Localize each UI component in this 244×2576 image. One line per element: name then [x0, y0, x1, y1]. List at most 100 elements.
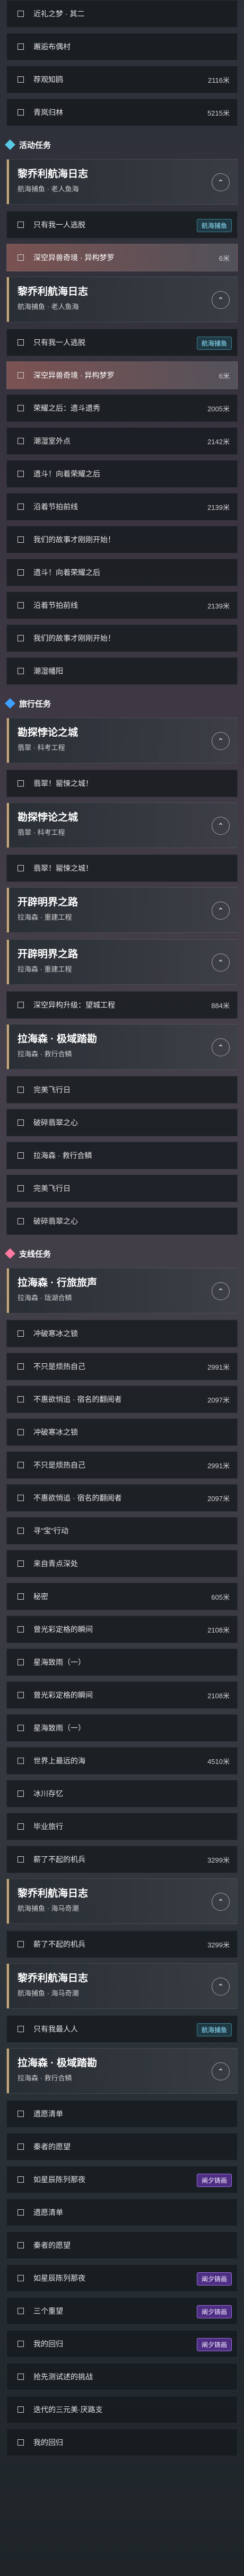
checkbox-icon[interactable]: [18, 1692, 24, 1698]
task-row[interactable]: 冰川存忆: [6, 1780, 238, 1807]
quest-card[interactable]: 开辟明界之路 拉海森 · 重建工程 ⌃: [6, 939, 238, 985]
task-row[interactable]: 沿着节拍前线 2139米: [6, 592, 238, 619]
task-row[interactable]: 潮湿室外点 2142米: [6, 427, 238, 455]
collapse-icon[interactable]: ⌃: [212, 291, 230, 309]
task-row[interactable]: 我们的故事才刚刚开始！: [6, 526, 238, 553]
task-row[interactable]: 薪了不起的机兵 3299米: [6, 1930, 238, 1958]
collapse-icon[interactable]: ⌃: [212, 954, 230, 972]
task-row[interactable]: 遗愿清单: [6, 2100, 238, 2128]
collapse-icon[interactable]: ⌃: [212, 1893, 230, 1911]
task-row[interactable]: 我们的故事才刚刚开始！: [6, 624, 238, 652]
task-row[interactable]: 翡翠！罂悚之城！: [6, 854, 238, 882]
checkbox-icon[interactable]: [18, 1593, 24, 1600]
checkbox-icon[interactable]: [18, 43, 24, 50]
checkbox-icon[interactable]: [18, 1462, 24, 1468]
task-row[interactable]: 不只是烦热自己 2991米: [6, 1353, 238, 1380]
collapse-icon[interactable]: ⌃: [212, 1038, 230, 1056]
task-row[interactable]: 翡翠！罂悚之城！: [6, 770, 238, 797]
quest-card[interactable]: 黎乔利航海日志 航海捕鱼 · 老人鱼海 ⌃: [6, 159, 238, 205]
task-row[interactable]: 沿着节拍前线 2139米: [6, 493, 238, 521]
quest-card[interactable]: 拉海森 · 极域踏勘 拉海森 · 救行合鳞 ⌃: [6, 2048, 238, 2094]
task-row[interactable]: 遗愿清单: [6, 2199, 238, 2226]
task-row[interactable]: 破碎翡翠之心: [6, 1109, 238, 1136]
task-row[interactable]: 遗斗！向着荣耀之后: [6, 559, 238, 586]
checkbox-icon[interactable]: [18, 1560, 24, 1567]
task-row[interactable]: 荣耀之后：遗斗遗秀 2005米: [6, 394, 238, 422]
checkbox-icon[interactable]: [18, 2341, 24, 2347]
event-badge[interactable]: 阐夕铸画: [196, 2305, 232, 2318]
checkbox-icon[interactable]: [18, 1330, 24, 1337]
task-row[interactable]: 迭代的三元美·厌路支: [6, 2396, 238, 2423]
checkbox-icon[interactable]: [18, 1725, 24, 1731]
checkbox-icon[interactable]: [18, 1119, 24, 1126]
checkbox-icon[interactable]: [18, 1823, 24, 1830]
task-row[interactable]: 我的回归: [6, 2429, 238, 2456]
navigation-badge[interactable]: 航海捕鱼: [196, 219, 232, 232]
task-row[interactable]: 星海致雨（一）: [6, 1714, 238, 1742]
task-row[interactable]: 青岚归林 5215米: [6, 99, 238, 126]
checkbox-icon[interactable]: [18, 2209, 24, 2216]
checkbox-icon[interactable]: [18, 1758, 24, 1764]
checkbox-icon[interactable]: [18, 1218, 24, 1224]
checkbox-icon[interactable]: [18, 569, 24, 576]
navigation-badge[interactable]: 航海捕鱼: [196, 337, 232, 350]
checkbox-icon[interactable]: [18, 1087, 24, 1093]
checkbox-icon[interactable]: [18, 222, 24, 228]
task-row[interactable]: 如星辰陈列那夜 阐夕铸画: [6, 2166, 238, 2193]
task-row[interactable]: 邂逅布偶村: [6, 33, 238, 60]
task-row[interactable]: 秦者的愿望: [6, 2231, 238, 2259]
section-header[interactable]: 活动任务: [5, 137, 238, 153]
checkbox-icon[interactable]: [18, 109, 24, 116]
section-header[interactable]: 支线任务: [5, 1246, 238, 1261]
checkbox-icon[interactable]: [18, 2439, 24, 2446]
task-row[interactable]: 荐观知鸥 2116米: [6, 66, 238, 93]
checkbox-icon[interactable]: [18, 405, 24, 411]
checkbox-icon[interactable]: [18, 865, 24, 871]
collapse-icon[interactable]: ⌃: [212, 817, 230, 835]
checkbox-icon[interactable]: [18, 2143, 24, 2150]
task-row[interactable]: 如星辰陈列那夜 阐夕铸画: [6, 2264, 238, 2292]
checkbox-icon[interactable]: [18, 1152, 24, 1159]
task-row[interactable]: 不惠欲悄追 · 宿名的翻阅者 2097米: [6, 1484, 238, 1512]
task-row[interactable]: 近礼之梦 · 其二: [6, 0, 238, 28]
checkbox-icon[interactable]: [18, 76, 24, 83]
checkbox-icon[interactable]: [18, 2308, 24, 2314]
quest-card[interactable]: 黎乔利航海日志 航海捕鱼 · 海马奇潮 ⌃: [6, 1963, 238, 2009]
checkbox-icon[interactable]: [18, 1185, 24, 1192]
checkbox-icon[interactable]: [18, 536, 24, 543]
task-row[interactable]: 完美飞行日: [6, 1175, 238, 1202]
task-row[interactable]: 抢先测试述的挑战: [6, 2363, 238, 2390]
checkbox-icon[interactable]: [18, 1941, 24, 1947]
task-row[interactable]: 只有我一人逃脱 航海捕鱼: [6, 329, 238, 356]
task-row[interactable]: 毕业旅行: [6, 1813, 238, 1840]
task-row[interactable]: 破碎翡翠之心: [6, 1207, 238, 1235]
checkbox-icon[interactable]: [18, 2374, 24, 2380]
collapse-icon[interactable]: ⌃: [212, 1978, 230, 1996]
task-row[interactable]: 秘密 605米: [6, 1583, 238, 1610]
checkbox-icon[interactable]: [18, 1659, 24, 1665]
quest-card[interactable]: 黎乔利航海日志 航海捕鱼 · 海马奇潮 ⌃: [6, 1878, 238, 1924]
checkbox-icon[interactable]: [18, 339, 24, 346]
checkbox-icon[interactable]: [18, 2242, 24, 2248]
task-row[interactable]: 秦者的愿望: [6, 2133, 238, 2160]
task-row[interactable]: 遗斗！向着荣耀之后: [6, 460, 238, 488]
checkbox-icon[interactable]: [18, 504, 24, 510]
task-row[interactable]: 三个重望 阐夕铸画: [6, 2297, 238, 2325]
checkbox-icon[interactable]: [18, 780, 24, 787]
quest-card[interactable]: 开辟明界之路 拉海森 · 重建工程 ⌃: [6, 887, 238, 933]
checkbox-icon[interactable]: [18, 1002, 24, 1008]
task-row[interactable]: 我的回归 阐夕铸画: [6, 2330, 238, 2358]
checkbox-icon[interactable]: [18, 668, 24, 674]
checkbox-icon[interactable]: [18, 635, 24, 641]
checkbox-icon[interactable]: [18, 1495, 24, 1501]
checkbox-icon[interactable]: [18, 2111, 24, 2117]
quest-card[interactable]: 拉海森 · 行旅旅声 拉海森 · 珑湖合鳞 ⌃: [6, 1268, 238, 1313]
checkbox-icon[interactable]: [18, 2026, 24, 2032]
task-row[interactable]: 来自青点深处: [6, 1550, 238, 1577]
task-row[interactable]: 世界上最远的海 4510米: [6, 1747, 238, 1775]
checkbox-icon[interactable]: [18, 2406, 24, 2413]
quest-card[interactable]: 拉海森 · 极域踏勘 拉海森 · 救行合鳞 ⌃: [6, 1024, 238, 1070]
task-row[interactable]: 拉海森 · 救行合鳞: [6, 1142, 238, 1169]
quest-card[interactable]: 勘探悖论之城 翡翠 · 科考工程 ⌃: [6, 802, 238, 848]
collapse-icon[interactable]: ⌃: [212, 1282, 230, 1300]
